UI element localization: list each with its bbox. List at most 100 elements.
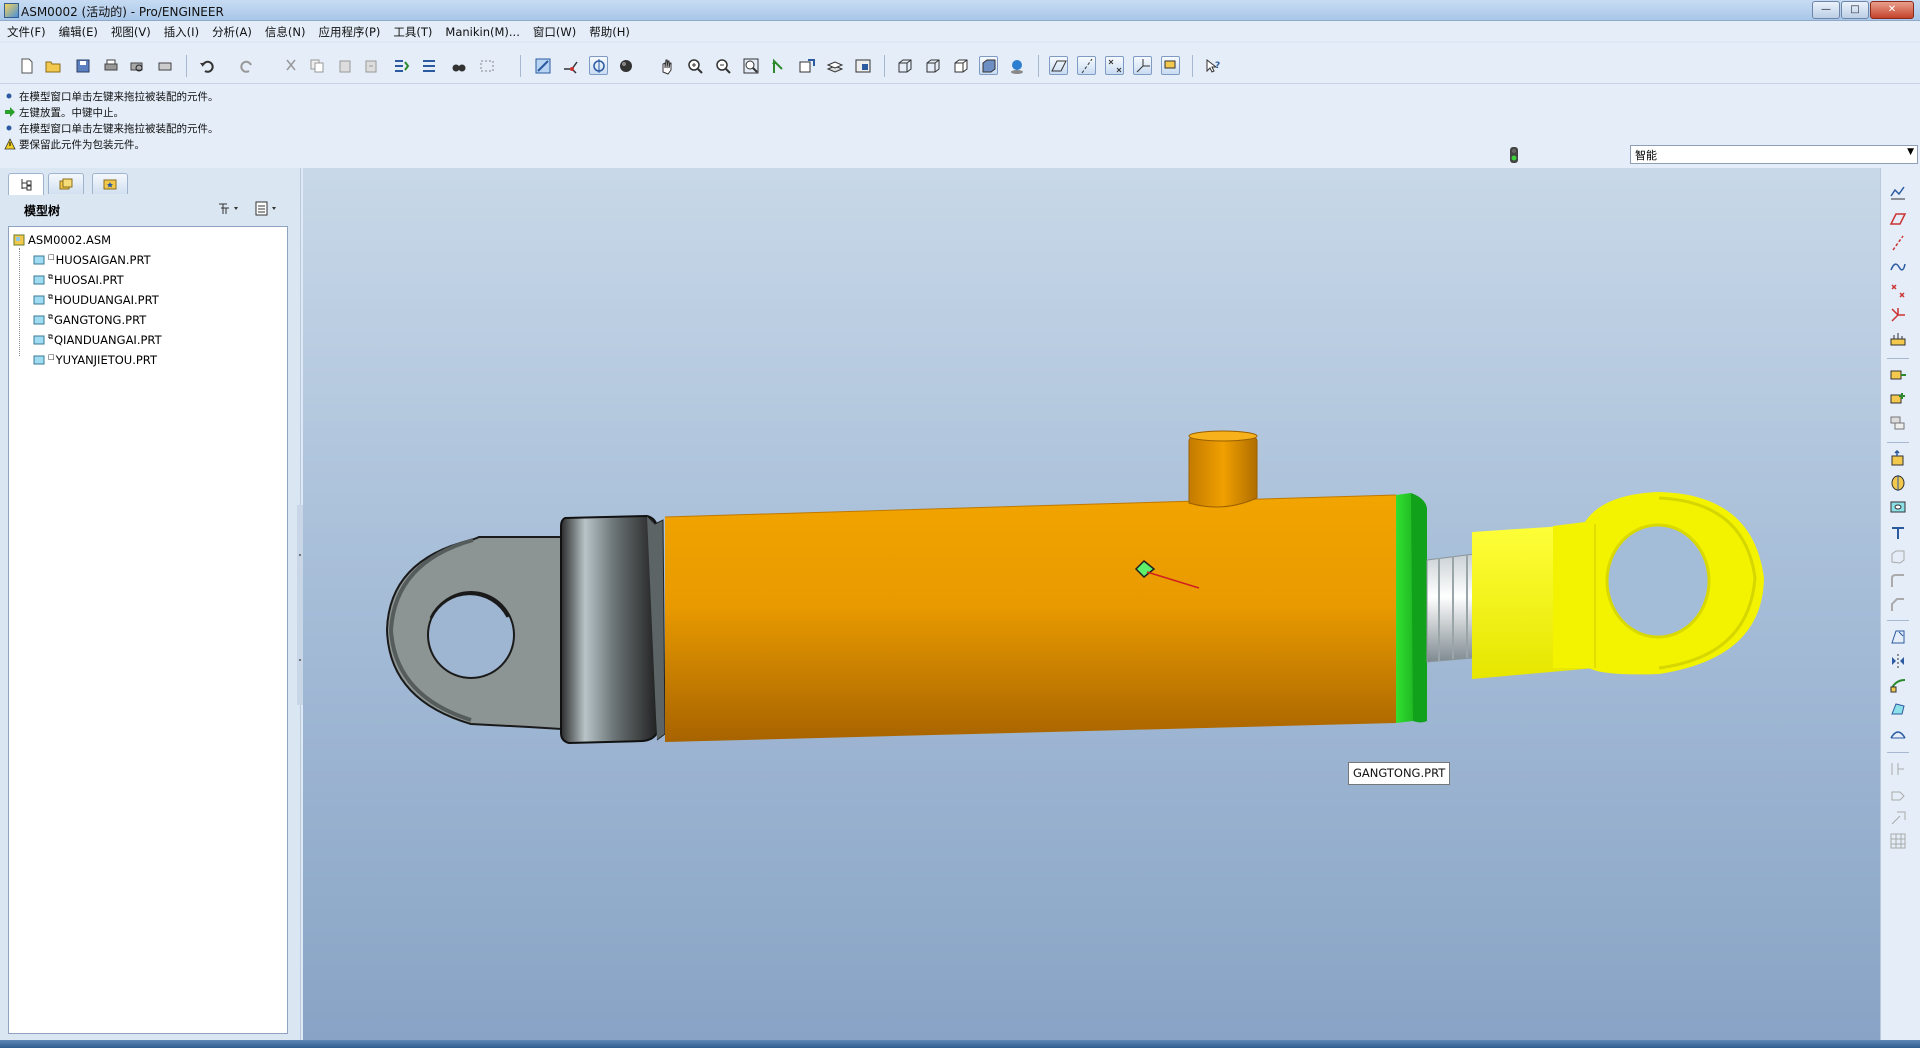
close-button[interactable]: ✕ xyxy=(1870,1,1914,19)
pattern-icon[interactable] xyxy=(1889,832,1907,850)
menu-window[interactable]: 窗口(W) xyxy=(526,21,582,40)
coordinate-system-icon[interactable] xyxy=(1889,306,1907,324)
repaint-icon[interactable] xyxy=(534,57,552,75)
view-manager-icon[interactable] xyxy=(854,57,872,75)
tree-root-assembly[interactable]: ASM0002.ASM xyxy=(13,232,111,248)
datum-curve-icon[interactable] xyxy=(1889,258,1907,276)
email-icon[interactable] xyxy=(156,57,174,75)
mirror-icon[interactable] xyxy=(1889,652,1907,670)
repeat-component-icon[interactable] xyxy=(1889,414,1907,432)
zoom-out-icon[interactable] xyxy=(714,57,732,75)
end-cap[interactable] xyxy=(560,514,666,745)
chamfer-icon[interactable] xyxy=(1889,596,1907,614)
find-icon[interactable] xyxy=(450,57,468,75)
minimize-button[interactable]: — xyxy=(1812,1,1840,19)
extend-icon[interactable] xyxy=(1889,808,1907,826)
message-line: 在模型窗口单击左键来拖拉被装配的元件。 xyxy=(4,89,219,103)
component-tag-label: GANGTONG.PRT xyxy=(1348,762,1451,785)
coordinate-systems-icon[interactable] xyxy=(1133,56,1152,75)
merge-icon[interactable] xyxy=(1889,760,1907,778)
sketch-icon[interactable] xyxy=(1889,184,1907,202)
hole-icon[interactable] xyxy=(1889,498,1907,516)
datum-points-icon[interactable] xyxy=(1105,56,1124,75)
regenerate-icon[interactable] xyxy=(392,57,410,75)
boundary-icon[interactable] xyxy=(1889,724,1907,742)
menu-analysis[interactable]: 分析(A) xyxy=(205,21,258,40)
maximize-button[interactable]: □ xyxy=(1841,1,1869,19)
datum-plane-icon[interactable] xyxy=(1889,210,1907,228)
tab-folder-browser[interactable] xyxy=(48,173,84,194)
menu-edit[interactable]: 编辑(E) xyxy=(52,21,104,40)
menu-help[interactable]: 帮助(H) xyxy=(582,21,636,40)
tree-item-part[interactable]: ⧉ QIANDUANGAI.PRT xyxy=(33,332,162,348)
tab-favorites[interactable] xyxy=(92,173,128,194)
tree-item-part[interactable]: ⧉ HOUDUANGAI.PRT xyxy=(33,292,159,308)
hidden-line-icon[interactable] xyxy=(924,57,942,75)
gangtong-cylinder[interactable] xyxy=(664,430,1427,742)
tab-model-tree[interactable] xyxy=(8,173,44,195)
open-folder-icon[interactable] xyxy=(44,57,62,75)
orient-mode-icon[interactable] xyxy=(589,56,608,75)
round-icon[interactable] xyxy=(1889,572,1907,590)
menu-insert[interactable]: 插入(I) xyxy=(157,21,205,40)
zoom-in-icon[interactable] xyxy=(686,57,704,75)
assemble-component-icon[interactable] xyxy=(1889,366,1907,384)
context-help-icon[interactable]: ? xyxy=(1204,57,1222,75)
menu-applications[interactable]: 应用程序(P) xyxy=(311,21,386,40)
graphics-window[interactable]: GANGTONG.PRT xyxy=(303,168,1880,1040)
saved-views-icon[interactable] xyxy=(798,57,816,75)
no-hidden-icon[interactable] xyxy=(952,57,970,75)
undo-icon[interactable] xyxy=(198,57,216,75)
refit-icon[interactable] xyxy=(742,57,760,75)
rib-icon[interactable] xyxy=(1889,524,1907,542)
shaded-icon[interactable] xyxy=(979,56,998,75)
paste-icon[interactable] xyxy=(336,57,354,75)
revolve-icon[interactable] xyxy=(1889,474,1907,492)
menu-manikin[interactable]: Manikin(M)... xyxy=(438,22,525,39)
save-icon[interactable] xyxy=(74,57,92,75)
menu-file[interactable]: 文件(F) xyxy=(0,21,52,40)
houduangai-clevis[interactable] xyxy=(385,536,577,731)
menu-tools[interactable]: 工具(T) xyxy=(386,21,438,40)
shading-icon[interactable] xyxy=(618,57,636,75)
tree-item-part[interactable]: ⧉ HUOSAI.PRT xyxy=(33,272,124,288)
sweep-icon[interactable] xyxy=(1889,676,1907,694)
analysis-feature-icon[interactable] xyxy=(1889,330,1907,348)
spin-center-icon[interactable] xyxy=(562,57,580,75)
extrude-icon[interactable] xyxy=(1889,450,1907,468)
copy-icon[interactable] xyxy=(308,57,326,75)
datum-axis-icon[interactable] xyxy=(1889,234,1907,252)
print-preview-icon[interactable] xyxy=(128,57,146,75)
wireframe-icon[interactable] xyxy=(896,57,914,75)
trim-icon[interactable] xyxy=(1889,784,1907,802)
pan-hand-icon[interactable] xyxy=(658,57,676,75)
select-box-icon[interactable] xyxy=(478,57,496,75)
print-icon[interactable] xyxy=(102,57,120,75)
redo-icon[interactable] xyxy=(238,57,256,75)
new-file-icon[interactable] xyxy=(18,57,36,75)
datum-planes-icon[interactable] xyxy=(1049,56,1068,75)
paste-special-icon[interactable] xyxy=(362,57,380,75)
create-component-icon[interactable] xyxy=(1889,390,1907,408)
menu-view[interactable]: 视图(V) xyxy=(104,21,157,40)
annotations-icon[interactable] xyxy=(1161,56,1180,75)
datum-point-icon[interactable] xyxy=(1889,282,1907,300)
reorient-icon[interactable] xyxy=(770,57,788,75)
layers-icon[interactable] xyxy=(826,57,844,75)
tree-item-part[interactable]: ⧉ GANGTONG.PRT xyxy=(33,312,146,328)
draft-icon[interactable] xyxy=(1889,628,1907,646)
regeneration-manager-icon[interactable] xyxy=(420,57,438,75)
cut-icon[interactable] xyxy=(282,57,300,75)
datum-axes-icon[interactable] xyxy=(1077,56,1096,75)
tree-item-part[interactable]: □ YUYANJIETOU.PRT xyxy=(33,352,157,368)
selection-filter-dropdown[interactable]: 智能 ▼ xyxy=(1630,145,1918,164)
shell-icon[interactable] xyxy=(1889,548,1907,566)
show-menu-icon[interactable] xyxy=(216,200,246,217)
blend-icon[interactable] xyxy=(1889,700,1907,718)
part-icon xyxy=(33,354,45,366)
enhanced-realism-icon[interactable] xyxy=(1008,57,1026,75)
settings-menu-icon[interactable] xyxy=(254,200,284,217)
tree-item-part[interactable]: □ HUOSAIGAN.PRT xyxy=(33,252,151,268)
yuyanjietou-rod-end[interactable] xyxy=(1472,492,1764,679)
menu-info[interactable]: 信息(N) xyxy=(258,21,312,40)
